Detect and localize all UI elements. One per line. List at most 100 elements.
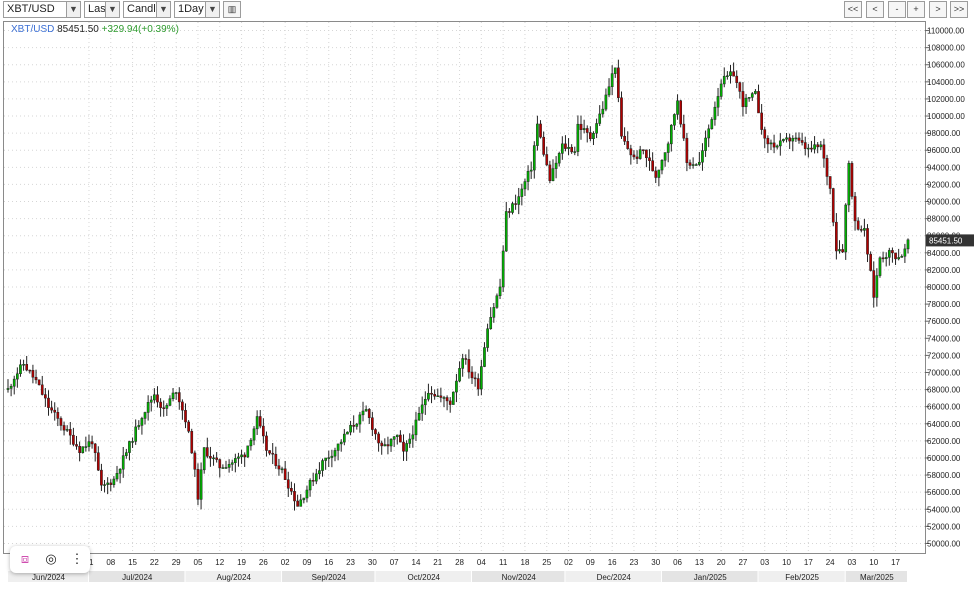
price-tick-label: 56000.00 <box>927 488 961 497</box>
candle-up <box>691 164 695 166</box>
candle-down <box>293 491 296 502</box>
more-options-icon[interactable]: ⋮ <box>68 551 86 567</box>
candle-down <box>545 154 549 166</box>
candle-down <box>682 123 686 139</box>
candle-down <box>620 97 623 137</box>
candle-up <box>492 307 496 318</box>
candle-down <box>190 431 194 454</box>
candle-up <box>65 429 69 431</box>
candle-down <box>508 211 511 213</box>
candle-down <box>386 444 390 447</box>
candle-up <box>212 457 215 460</box>
date-axis: 0108152229051219260209162330071421280411… <box>85 558 901 567</box>
date-tick-label: 13 <box>695 558 704 567</box>
candle-up <box>863 228 866 231</box>
candle-down <box>850 163 854 197</box>
date-tick-label: 29 <box>172 558 181 567</box>
candle-up <box>498 286 502 297</box>
candle-up <box>875 275 879 298</box>
candle-up <box>321 460 324 471</box>
candle-down <box>109 482 113 485</box>
date-tick-label: 22 <box>150 558 159 567</box>
candle-up <box>819 144 823 148</box>
candle-down <box>825 158 829 177</box>
candle-down <box>872 270 876 298</box>
candle-down <box>589 132 592 140</box>
candle-up <box>349 424 352 433</box>
candle-down <box>539 123 542 138</box>
date-tick-label: 03 <box>847 558 856 567</box>
price-tick-label: 72000.00 <box>927 351 961 360</box>
candle-up <box>230 462 234 465</box>
candle-down <box>629 148 633 156</box>
candle-up <box>887 250 891 258</box>
date-tick-label: 23 <box>346 558 355 567</box>
date-tick-label: 28 <box>455 558 464 567</box>
candle-up <box>355 423 359 427</box>
candle-down <box>25 364 29 371</box>
candle-down <box>68 429 72 436</box>
price-tick-label: 88000.00 <box>927 215 961 224</box>
candle-up <box>249 439 253 447</box>
date-tick-label: 03 <box>760 558 769 567</box>
month-label: Dec/2024 <box>597 573 632 582</box>
candle-down <box>433 394 436 397</box>
candle-down <box>374 429 377 435</box>
candle-down <box>243 454 247 458</box>
candle-up <box>532 145 536 171</box>
candle-down <box>402 441 405 452</box>
candle-down <box>835 221 838 252</box>
candle-down <box>286 479 290 489</box>
candle-down <box>430 392 433 395</box>
candle-up <box>722 75 726 85</box>
date-tick-label: 10 <box>782 558 791 567</box>
month-label: Jan/2025 <box>694 573 727 582</box>
candle-up <box>778 140 782 147</box>
candle-down <box>635 156 639 159</box>
candle-down <box>56 412 60 419</box>
price-tick-label: 100000.00 <box>927 112 965 121</box>
candle-down <box>564 143 567 149</box>
price-tick-label: 76000.00 <box>927 317 961 326</box>
candle-up <box>389 439 393 447</box>
candle-up <box>813 144 816 150</box>
price-tick-label: 66000.00 <box>927 403 961 412</box>
candle-down <box>626 141 630 149</box>
date-tick-label: 25 <box>542 558 551 567</box>
candle-down <box>380 442 384 447</box>
date-tick-label: 17 <box>891 558 900 567</box>
candle-up <box>112 478 116 485</box>
candle-up <box>252 428 256 441</box>
candle-up <box>847 163 851 206</box>
candle-down <box>265 435 268 451</box>
candle-down <box>352 424 356 427</box>
candle-up <box>237 456 240 459</box>
candle-up <box>794 137 798 140</box>
candle-up <box>520 188 524 197</box>
candle-up <box>221 467 225 469</box>
candle-down <box>679 100 683 125</box>
candle-up <box>785 137 788 140</box>
candle-up <box>676 100 679 115</box>
candle-up <box>414 419 418 436</box>
candle-down <box>828 176 832 189</box>
text-recognition-icon[interactable]: ⧈ <box>16 551 34 567</box>
candle-up <box>128 441 131 453</box>
candle-down <box>735 75 739 83</box>
candle-up <box>199 469 203 500</box>
date-tick-label: 18 <box>521 558 530 567</box>
candle-up <box>461 358 465 369</box>
price-tick-label: 92000.00 <box>927 180 961 189</box>
candle-up <box>903 248 907 257</box>
candle-down <box>688 162 692 166</box>
candle-up <box>16 373 19 380</box>
date-tick-label: 17 <box>804 558 813 567</box>
price-tick-label: 90000.00 <box>927 198 961 207</box>
candle-up <box>22 364 25 366</box>
candle-down <box>732 71 735 77</box>
candle-up <box>601 108 605 115</box>
candle-up <box>906 239 910 250</box>
candle-down <box>894 252 897 260</box>
price-tick-label: 70000.00 <box>927 368 961 377</box>
lens-icon[interactable]: ◎ <box>42 551 60 567</box>
